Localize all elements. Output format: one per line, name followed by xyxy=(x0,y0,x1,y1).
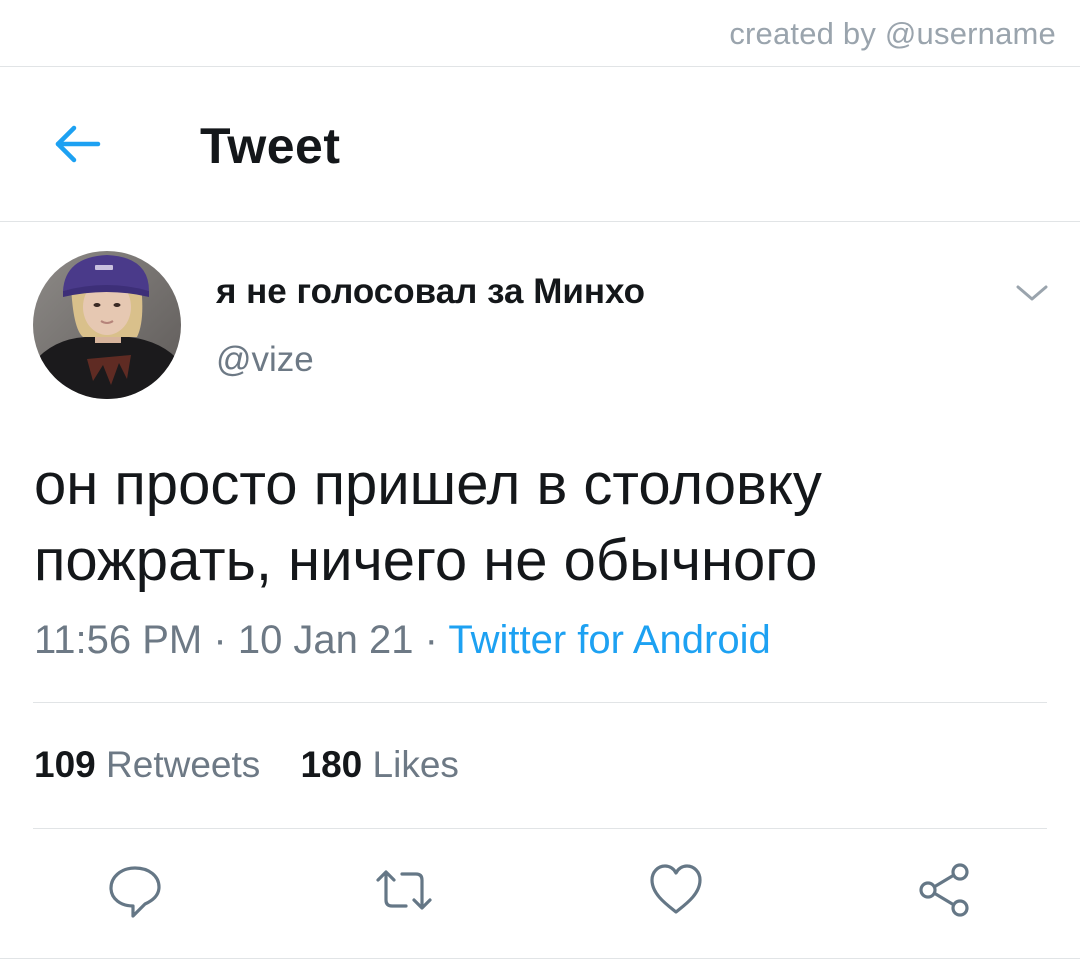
retweets-count: 109 xyxy=(34,744,96,785)
likes-stat[interactable]: 180 Likes xyxy=(301,744,459,785)
retweet-icon xyxy=(376,870,432,910)
top-app-bar: Tweet xyxy=(0,67,1080,222)
watermark-text: created by @username xyxy=(729,16,1056,51)
like-button[interactable] xyxy=(646,860,706,920)
tweet-time: 11:56 PM xyxy=(34,618,203,662)
tweet-text-line: он просто пришел в столовку xyxy=(34,452,822,517)
tweet-options-button[interactable] xyxy=(1014,282,1050,304)
page-title: Tweet xyxy=(200,118,341,174)
reply-button[interactable] xyxy=(105,860,165,920)
tweet-stats: 109 Retweets 180 Likes xyxy=(34,744,459,786)
divider xyxy=(0,958,1080,959)
avatar-photo xyxy=(33,251,181,399)
reply-bubble-icon xyxy=(109,866,161,918)
likes-count: 180 xyxy=(300,744,363,785)
chevron-down-icon xyxy=(1016,285,1048,301)
retweets-label: Retweets xyxy=(106,744,261,785)
arrow-left-icon xyxy=(55,125,101,163)
back-button[interactable] xyxy=(44,119,114,169)
tweet-text-line: пожрать, ничего не обычного xyxy=(34,528,818,593)
author-handle[interactable]: @vize xyxy=(216,340,314,380)
divider xyxy=(33,828,1047,829)
tweet-date: 10 Jan 21 xyxy=(237,618,414,662)
retweets-stat[interactable]: 109 Retweets xyxy=(34,744,271,785)
tweet-text: он просто пришел в столовку пожрать, нич… xyxy=(34,447,1054,599)
author-display-name[interactable]: я не голосовал за Минхо xyxy=(216,272,645,312)
retweet-button[interactable] xyxy=(374,860,434,920)
tweet-source-link[interactable]: Twitter for Android xyxy=(448,618,770,662)
heart-icon xyxy=(650,864,702,914)
tweet-meta: 11:56 PM · 10 Jan 21 · Twitter for Andro… xyxy=(34,618,771,663)
likes-label: Likes xyxy=(372,744,459,785)
share-icon xyxy=(919,863,969,917)
meta-separator: · xyxy=(213,618,227,662)
watermark-bar: created by @username xyxy=(0,0,1080,67)
divider xyxy=(33,702,1047,703)
avatar[interactable] xyxy=(33,251,181,399)
share-button[interactable] xyxy=(914,860,974,920)
meta-separator: · xyxy=(424,618,438,662)
